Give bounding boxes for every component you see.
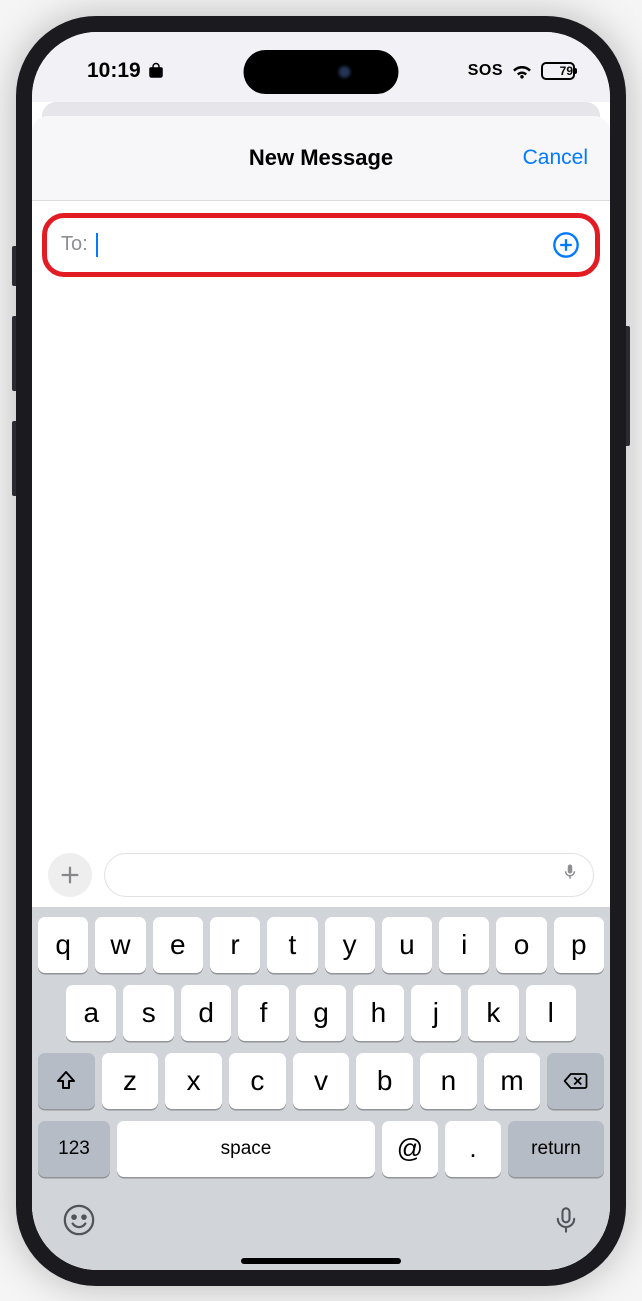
home-indicator[interactable] xyxy=(241,1258,401,1264)
key-h[interactable]: h xyxy=(353,985,403,1041)
screen: 10:19 SOS 79 New Message Cancel xyxy=(32,32,610,1270)
mic-icon[interactable] xyxy=(561,861,579,888)
key-l[interactable]: l xyxy=(526,985,576,1041)
key-t[interactable]: t xyxy=(267,917,317,973)
key-r[interactable]: r xyxy=(210,917,260,973)
key-e[interactable]: e xyxy=(153,917,203,973)
key-y[interactable]: y xyxy=(325,917,375,973)
front-camera xyxy=(337,64,353,80)
dynamic-island xyxy=(244,50,399,94)
to-label: To: xyxy=(61,233,88,256)
keyboard-row-1: q w e r t y u i o p xyxy=(38,917,604,973)
key-d[interactable]: d xyxy=(181,985,231,1041)
wifi-icon xyxy=(511,62,533,80)
space-key[interactable]: space xyxy=(117,1121,375,1177)
bag-icon xyxy=(147,62,165,80)
battery-icon: 79 xyxy=(541,62,575,80)
attach-button[interactable] xyxy=(48,853,92,897)
key-b[interactable]: b xyxy=(356,1053,413,1109)
page-title: New Message xyxy=(249,145,393,171)
key-u[interactable]: u xyxy=(382,917,432,973)
battery-level: 79 xyxy=(560,64,573,78)
key-i[interactable]: i xyxy=(439,917,489,973)
shift-key[interactable] xyxy=(38,1053,95,1109)
sheet-header: New Message Cancel xyxy=(32,116,610,201)
key-o[interactable]: o xyxy=(496,917,546,973)
key-f[interactable]: f xyxy=(238,985,288,1041)
keyboard-bottom-row xyxy=(38,1185,604,1250)
status-sos: SOS xyxy=(468,62,503,80)
to-input[interactable] xyxy=(104,233,545,256)
keyboard-row-2: a s d f g h j k l xyxy=(38,985,604,1041)
key-w[interactable]: w xyxy=(95,917,145,973)
key-p[interactable]: p xyxy=(554,917,604,973)
at-key[interactable]: @ xyxy=(382,1121,438,1177)
key-v[interactable]: v xyxy=(293,1053,350,1109)
key-x[interactable]: x xyxy=(165,1053,222,1109)
message-input[interactable] xyxy=(104,853,594,897)
new-message-sheet: New Message Cancel To: xyxy=(32,116,610,1270)
key-m[interactable]: m xyxy=(484,1053,541,1109)
add-contact-button[interactable] xyxy=(551,230,581,260)
status-time: 10:19 xyxy=(87,59,141,83)
to-field-highlight: To: xyxy=(42,213,600,277)
key-s[interactable]: s xyxy=(123,985,173,1041)
key-j[interactable]: j xyxy=(411,985,461,1041)
numbers-key[interactable]: 123 xyxy=(38,1121,110,1177)
dictate-button[interactable] xyxy=(552,1203,580,1242)
phone-side-buttons-left xyxy=(12,246,16,516)
keyboard-row-4: 123 space @ . return xyxy=(38,1121,604,1177)
key-g[interactable]: g xyxy=(296,985,346,1041)
compose-row xyxy=(32,843,610,907)
key-a[interactable]: a xyxy=(66,985,116,1041)
backspace-key[interactable] xyxy=(547,1053,604,1109)
key-k[interactable]: k xyxy=(468,985,518,1041)
message-content-area xyxy=(32,277,610,843)
cancel-button[interactable]: Cancel xyxy=(523,146,588,170)
text-cursor xyxy=(96,233,98,257)
key-c[interactable]: c xyxy=(229,1053,286,1109)
dot-key[interactable]: . xyxy=(445,1121,501,1177)
keyboard-row-3: z x c v b n m xyxy=(38,1053,604,1109)
return-key[interactable]: return xyxy=(508,1121,604,1177)
key-n[interactable]: n xyxy=(420,1053,477,1109)
phone-frame: 10:19 SOS 79 New Message Cancel xyxy=(16,16,626,1286)
key-z[interactable]: z xyxy=(102,1053,159,1109)
emoji-button[interactable] xyxy=(62,1203,96,1242)
key-q[interactable]: q xyxy=(38,917,88,973)
phone-side-button-right xyxy=(626,326,630,446)
keyboard: q w e r t y u i o p a s d f g h xyxy=(32,907,610,1270)
